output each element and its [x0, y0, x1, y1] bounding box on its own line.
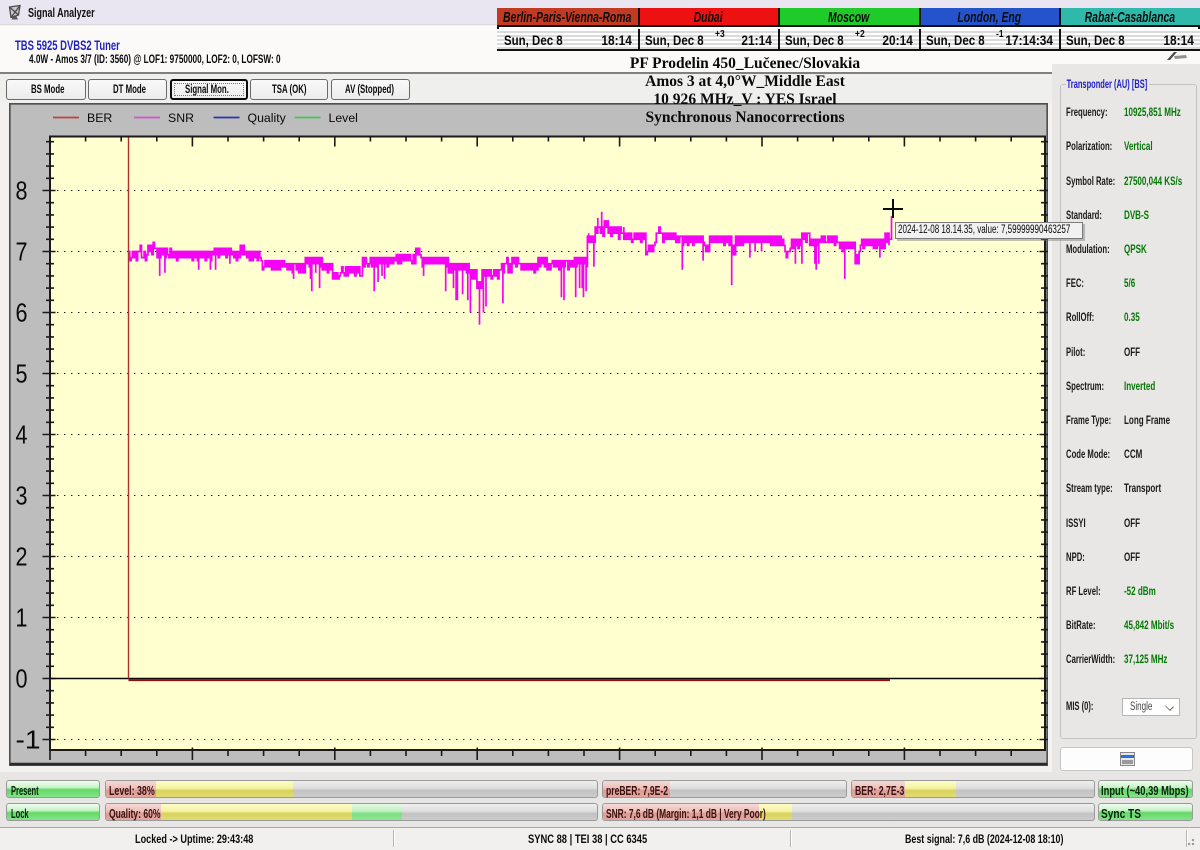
svg-text:2: 2 — [16, 542, 28, 572]
svg-text:Level: Level — [329, 111, 358, 125]
svg-text:3: 3 — [16, 481, 28, 511]
svg-text:7: 7 — [16, 237, 28, 267]
svg-text:-1: -1 — [16, 725, 41, 755]
svg-text:5: 5 — [16, 359, 28, 389]
svg-text:8: 8 — [16, 176, 28, 206]
svg-text:Quality: Quality — [248, 111, 287, 125]
svg-text:BER: BER — [87, 111, 112, 125]
svg-text:1: 1 — [16, 603, 28, 633]
svg-text:4: 4 — [16, 420, 28, 450]
svg-text:6: 6 — [16, 298, 28, 328]
svg-text:0: 0 — [16, 664, 28, 694]
svg-text:SNR: SNR — [168, 111, 194, 125]
